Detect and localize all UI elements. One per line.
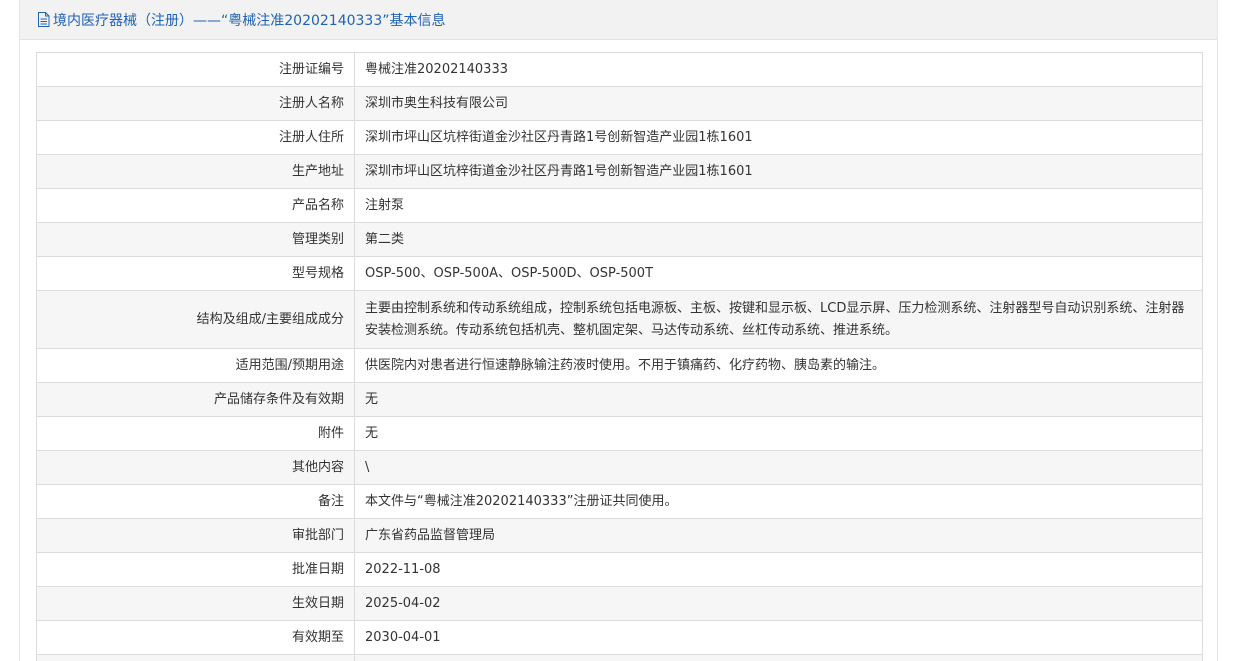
field-value: OSP-500、OSP-500A、OSP-500D、OSP-500T	[354, 256, 1203, 291]
field-label: 其他内容	[36, 450, 355, 485]
field-label: 备注	[36, 484, 355, 519]
field-label: 生效日期	[36, 586, 355, 621]
table-row: 产品储存条件及有效期无	[36, 382, 1203, 417]
field-value: 广东省药品监督管理局	[354, 518, 1203, 553]
field-value: 注射泵	[354, 188, 1203, 223]
field-value: 粤械注准20202140333	[354, 52, 1203, 87]
field-label: 注册人名称	[36, 86, 355, 121]
field-value: 第二类	[354, 222, 1203, 257]
table-row: 批准日期 2022-11-08	[36, 552, 1203, 587]
detail-panel: 境内医疗器械（注册）——“粤械注准20202140333”基本信息 注册证编号粤…	[19, 0, 1218, 661]
field-value: 无	[354, 416, 1203, 451]
field-label: 生产地址	[36, 154, 355, 189]
table-row: 审批部门 广东省药品监督管理局	[36, 518, 1203, 553]
field-value: 供医院内对患者进行恒速静脉输注药液时使用。不用于镇痛药、化疗药物、胰岛素的输注。	[354, 348, 1203, 383]
field-label: 结构及组成/主要组成成分	[36, 290, 355, 349]
field-value: 2022-11-08	[354, 552, 1203, 587]
field-label: 注册证编号	[36, 52, 355, 87]
field-value: 2030-04-01	[354, 620, 1203, 655]
field-label: 审批部门	[36, 518, 355, 553]
info-table: 注册证编号 粤械注准20202140333 注册人名称 深圳市奥生科技有限公司 注册人住…	[36, 52, 1203, 661]
table-row: 型号规格 OSP-500、OSP-500A、OSP-500D、OSP-500T	[36, 256, 1203, 291]
field-label: 附件	[36, 416, 355, 451]
field-label	[36, 654, 355, 661]
table-row: 管理类别 第二类	[36, 222, 1203, 257]
table-row: 适用范围/预期用途 供医院内对患者进行恒速静脉输注药液时使用。不用于镇痛药、化疗药…	[36, 348, 1203, 383]
panel-header: 境内医疗器械（注册）——“粤械注准20202140333”基本信息	[20, 0, 1217, 40]
field-label: 适用范围/预期用途	[36, 348, 355, 383]
field-value: 深圳市坪山区坑梓街道金沙社区丹青路1号创新智造产业园1栋1601	[354, 154, 1203, 189]
table-row: 附件无	[36, 416, 1203, 451]
table-row: 产品名称 注射泵	[36, 188, 1203, 223]
field-label: 有效期至	[36, 620, 355, 655]
field-value: 无	[354, 382, 1203, 417]
field-value: \	[354, 450, 1203, 485]
field-value: 深圳市奥生科技有限公司	[354, 86, 1203, 121]
table-row	[36, 654, 1203, 661]
field-label: 管理类别	[36, 222, 355, 257]
table-row: 有效期至 2030-04-01	[36, 620, 1203, 655]
table-row: 注册证编号 粤械注准20202140333	[36, 52, 1203, 87]
table-row: 注册人名称 深圳市奥生科技有限公司	[36, 86, 1203, 121]
table-row: 备注 本文件与“粤械注准20202140333”注册证共同使用。	[36, 484, 1203, 519]
table-row: 生产地址 深圳市坪山区坑梓街道金沙社区丹青路1号创新智造产业园1栋1601	[36, 154, 1203, 189]
page-title: 境内医疗器械（注册）——“粤械注准20202140333”基本信息	[53, 12, 446, 29]
document-icon	[38, 12, 50, 27]
field-label: 产品名称	[36, 188, 355, 223]
table-row: 其他内容 \	[36, 450, 1203, 485]
field-label: 注册人住所	[36, 120, 355, 155]
field-value	[354, 654, 1203, 661]
field-value: 本文件与“粤械注准20202140333”注册证共同使用。	[354, 484, 1203, 519]
field-label: 批准日期	[36, 552, 355, 587]
table-row: 注册人住所 深圳市坪山区坑梓街道金沙社区丹青路1号创新智造产业园1栋1601	[36, 120, 1203, 155]
field-value: 深圳市坪山区坑梓街道金沙社区丹青路1号创新智造产业园1栋1601	[354, 120, 1203, 155]
field-value: 主要由控制系统和传动系统组成，控制系统包括电源板、主板、按键和显示板、LCD显示…	[354, 290, 1203, 349]
field-label: 产品储存条件及有效期	[36, 382, 355, 417]
table-row: 结构及组成/主要组成成分 主要由控制系统和传动系统组成，控制系统包括电源板、主板、…	[36, 290, 1203, 349]
table-row: 生效日期 2025-04-02	[36, 586, 1203, 621]
field-value: 2025-04-02	[354, 586, 1203, 621]
field-label: 型号规格	[36, 256, 355, 291]
